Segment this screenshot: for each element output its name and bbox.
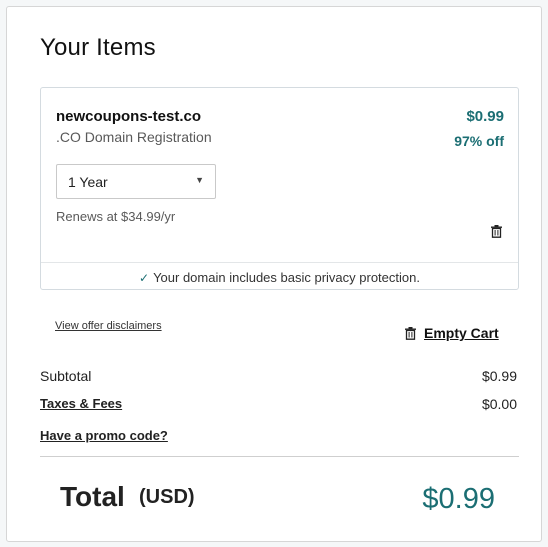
domain-name: newcoupons-test.co — [56, 108, 202, 125]
offer-disclaimers-link[interactable]: View offer disclaimers — [55, 320, 162, 332]
cart-panel: Your Items newcoupons-test.co .CO Domain… — [6, 6, 542, 542]
empty-cart-button[interactable]: Empty Cart — [405, 323, 499, 343]
page-title: Your Items — [40, 34, 156, 61]
total-value: $0.99 — [422, 483, 495, 515]
privacy-note: ✓ Your domain includes basic privacy prot… — [41, 262, 518, 290]
remove-item-button[interactable] — [491, 225, 502, 238]
total-label: Total — [60, 481, 125, 512]
cart-item: newcoupons-test.co .CO Domain Registrati… — [40, 87, 519, 290]
total-currency: (USD) — [139, 486, 195, 508]
empty-cart-label: Empty Cart — [424, 325, 499, 341]
privacy-text: Your domain includes basic privacy prote… — [153, 270, 420, 285]
chevron-down-icon: ▼ — [195, 175, 204, 185]
checkmark-icon: ✓ — [139, 271, 150, 285]
divider — [40, 456, 519, 457]
term-select[interactable]: 1 Year ▼ — [56, 164, 216, 199]
taxes-fees-value: $0.00 — [481, 396, 517, 412]
subtotal-label: Subtotal — [40, 368, 92, 384]
item-price: $0.99 — [466, 108, 504, 125]
discount-badge: 97% off — [454, 133, 504, 149]
subtotal-value: $0.99 — [481, 368, 517, 384]
taxes-fees-link[interactable]: Taxes & Fees — [40, 396, 122, 411]
trash-icon — [405, 326, 416, 340]
promo-code-link[interactable]: Have a promo code? — [40, 428, 168, 443]
trash-icon — [491, 225, 502, 238]
product-description: .CO Domain Registration — [56, 129, 212, 145]
term-selected-value: 1 Year — [68, 174, 108, 190]
renewal-price: Renews at $34.99/yr — [56, 209, 176, 224]
